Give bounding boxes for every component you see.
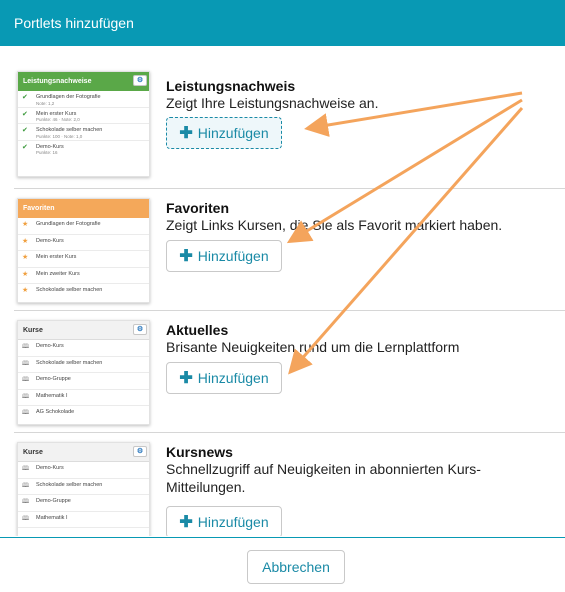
- book-icon: 🕮: [22, 466, 30, 472]
- plus-icon: ✚: [179, 125, 193, 142]
- preview-item: ★ Demo-Kurs: [18, 235, 149, 251]
- star-icon: ★: [22, 221, 29, 228]
- portlet-description: Brisante Neuigkeiten rund um die Lernpla…: [166, 339, 460, 355]
- portlet-list[interactable]: Leistungsnachweise ⚙ ✔ Grundlagen der Fo…: [0, 46, 565, 536]
- plus-icon: ✚: [179, 370, 193, 387]
- star-icon: ★: [22, 270, 29, 278]
- preview-item: 🕮 Mathematik I: [18, 512, 149, 528]
- preview-header: Favoriten: [18, 199, 149, 218]
- book-icon: 🕮: [22, 344, 30, 350]
- portlet-preview-kursnews: Kurse ⚙ 🕮 Demo-Kurs 🕮 Schokolade selber …: [17, 442, 150, 536]
- divider: [14, 432, 565, 433]
- cancel-button[interactable]: Abbrechen: [247, 550, 345, 584]
- check-icon: ✔: [22, 94, 28, 101]
- preview-item: 🕮 Demo-Kurs: [18, 462, 149, 479]
- preview-header: Kurse ⚙: [18, 321, 149, 340]
- preview-item: ✔ Mein erster Kurs Punkte: 46 · Note: 2,…: [18, 108, 149, 124]
- portlet-title: Favoriten: [166, 200, 230, 216]
- gear-icon: ⚙: [133, 324, 147, 335]
- preview-item: 🕮 Demo-Gruppe: [18, 495, 149, 512]
- book-icon: 🕮: [22, 482, 30, 489]
- preview-item: 🕮 Demo-Gruppe: [18, 373, 149, 390]
- add-leistungsnachweis-button[interactable]: ✚ Hinzufügen: [166, 117, 282, 149]
- portlet-description: Schnellzugriff auf Neuigkeiten in abonni…: [166, 461, 481, 495]
- preview-item: 🕮 Schokolade selber machen: [18, 479, 149, 495]
- book-icon: 🕮: [22, 360, 30, 367]
- star-icon: ★: [22, 254, 29, 261]
- book-icon: 🕮: [22, 515, 30, 522]
- preview-item: ★ Grundlagen der Fotografie: [18, 218, 149, 235]
- star-icon: ★: [22, 237, 29, 245]
- preview-item: 🕮 Schokolade selber machen: [18, 357, 149, 373]
- star-icon: ★: [22, 287, 29, 294]
- book-icon: 🕮: [22, 410, 30, 416]
- preview-item: 🕮 Mathematik I: [18, 390, 149, 406]
- add-kursnews-button[interactable]: ✚ Hinzufügen: [166, 506, 282, 536]
- book-icon: 🕮: [22, 377, 30, 383]
- divider: [14, 310, 565, 311]
- add-favoriten-button[interactable]: ✚ Hinzufügen: [166, 240, 282, 272]
- preview-item: ★ Mein zweiter Kurs: [18, 268, 149, 284]
- book-icon: 🕮: [22, 499, 30, 505]
- plus-icon: ✚: [179, 514, 193, 531]
- check-icon: ✔: [22, 127, 28, 134]
- check-icon: ✔: [22, 143, 28, 151]
- preview-item: ★ Mein erster Kurs: [18, 251, 149, 268]
- portlet-description: Zeigt Ihre Leistungsnachweise an.: [166, 95, 379, 111]
- preview-item: ✔ Grundlagen der Fotografie Note: 1,2: [18, 91, 149, 108]
- plus-icon: ✚: [179, 248, 193, 265]
- portlet-preview-aktuelles: Kurse ⚙ 🕮 Demo-Kurs 🕮 Schokolade selber …: [17, 320, 150, 425]
- portlet-title: Kursnews: [166, 444, 233, 460]
- add-aktuelles-button[interactable]: ✚ Hinzufügen: [166, 362, 282, 394]
- preview-item: 🕮 Demo-Kurs: [18, 340, 149, 357]
- preview-item: ✔ Demo-Kurs Punkte: 16: [22, 143, 64, 156]
- portlet-title: Aktuelles: [166, 322, 229, 338]
- preview-header: Kurse ⚙: [18, 443, 149, 462]
- preview-item: ★ Schokolade selber machen: [22, 287, 103, 294]
- dialog-header: Portlets hinzufügen: [0, 0, 565, 46]
- check-icon: ✔: [22, 110, 28, 118]
- portlet-preview-favoriten: Favoriten ★ Grundlagen der Fotografie ★ …: [17, 198, 150, 303]
- portlet-title: Leistungsnachweis: [166, 78, 296, 94]
- preview-header: Leistungsnachweise ⚙: [18, 72, 149, 91]
- portlet-preview-leistungsnachweis: Leistungsnachweise ⚙ ✔ Grundlagen der Fo…: [17, 71, 150, 177]
- preview-item: ✔ Schokolade selber machen Punkte: 100 ·…: [18, 124, 149, 141]
- preview-item: 🕮 AG Schokolade: [22, 409, 75, 416]
- gear-icon: ⚙: [133, 446, 147, 457]
- book-icon: 🕮: [22, 393, 30, 400]
- divider: [14, 188, 565, 189]
- gear-icon: ⚙: [133, 75, 147, 86]
- portlet-description: Zeigt Links Kursen, die Sie als Favorit …: [166, 217, 503, 233]
- dialog-title: Portlets hinzufügen: [14, 15, 134, 31]
- dialog-footer-divider: [0, 537, 565, 538]
